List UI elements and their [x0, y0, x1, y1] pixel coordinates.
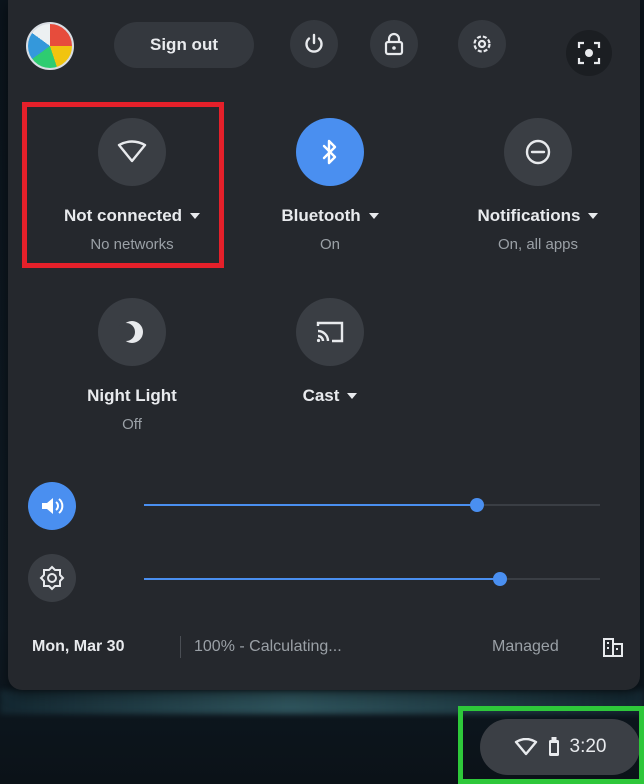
notifications-label-row[interactable]: Notifications	[448, 206, 628, 226]
footer-divider	[180, 636, 181, 658]
night-light-icon	[118, 321, 143, 343]
bluetooth-label-row[interactable]: Bluetooth	[240, 206, 420, 226]
bluetooth-status: On	[319, 236, 340, 253]
network-pod-highlight	[22, 102, 224, 268]
volume-mute-button[interactable]	[28, 482, 76, 530]
managed-label[interactable]: Managed	[492, 638, 559, 656]
bluetooth-icon	[322, 139, 337, 165]
battery-status[interactable]: 100% - Calculating...	[194, 638, 342, 656]
bluetooth-label: Bluetooth	[281, 206, 361, 225]
do-not-disturb-icon	[525, 139, 551, 165]
chevron-down-icon	[347, 393, 358, 399]
night-light-label-row[interactable]: Night Light	[42, 386, 222, 406]
power-icon	[305, 33, 323, 53]
screen-capture-button[interactable]	[566, 30, 612, 76]
bluetooth-toggle[interactable]	[296, 118, 364, 186]
bluetooth-pod[interactable]: Bluetooth On	[240, 118, 420, 253]
lock-icon	[384, 32, 404, 56]
volume-slider[interactable]	[144, 498, 600, 512]
lock-button[interactable]	[370, 20, 418, 68]
night-light-status: Off	[122, 416, 142, 433]
night-light-pod[interactable]: Night Light Off	[42, 298, 222, 433]
cast-label-row[interactable]: Cast	[240, 386, 420, 406]
brightness-slider-fill	[144, 578, 500, 580]
night-light-label: Night Light	[87, 386, 177, 405]
date-label[interactable]: Mon, Mar 30	[32, 638, 124, 656]
notifications-label: Notifications	[477, 206, 581, 225]
notifications-status: On, all apps	[497, 236, 579, 253]
settings-button[interactable]	[458, 20, 506, 68]
volume-slider-thumb[interactable]	[469, 498, 484, 512]
enterprise-building-icon[interactable]	[602, 636, 624, 663]
brightness-button	[28, 554, 76, 602]
chevron-down-icon	[368, 213, 379, 219]
user-avatar[interactable]	[26, 22, 74, 70]
sign-out-button[interactable]: Sign out	[114, 22, 254, 68]
screen-capture-icon	[577, 41, 601, 65]
cast-toggle[interactable]	[296, 298, 364, 366]
brightness-slider-thumb[interactable]	[492, 572, 507, 586]
status-area-highlight	[458, 706, 644, 784]
volume-slider-fill	[144, 504, 477, 506]
chevron-down-icon	[588, 213, 599, 219]
cast-pod[interactable]: Cast	[240, 298, 420, 406]
brightness-icon	[39, 565, 65, 591]
notifications-toggle[interactable]	[504, 118, 572, 186]
cast-label: Cast	[302, 386, 340, 405]
notifications-pod[interactable]: Notifications On, all apps	[448, 118, 628, 253]
cast-icon	[316, 321, 344, 343]
volume-icon	[42, 498, 64, 514]
brightness-slider[interactable]	[144, 572, 600, 586]
power-button[interactable]	[290, 20, 338, 68]
night-light-toggle[interactable]	[98, 298, 166, 366]
settings-icon	[473, 35, 491, 53]
